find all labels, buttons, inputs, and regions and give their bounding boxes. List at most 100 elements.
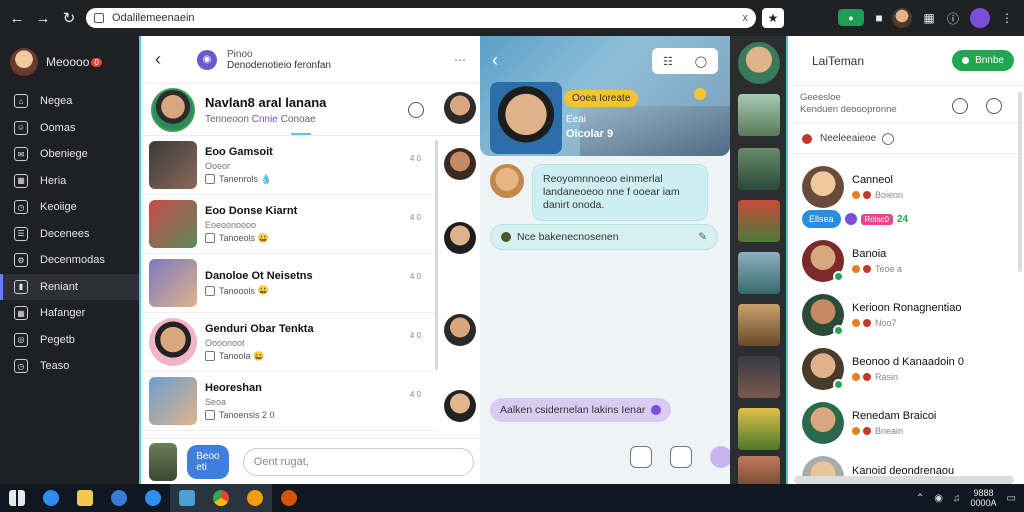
taskbar-chrome[interactable] (204, 484, 238, 512)
taskbar-app[interactable] (170, 484, 204, 512)
sidebar-item-9[interactable]: ◎ Pegetb (0, 327, 139, 354)
photo-thumbnail[interactable] (738, 304, 780, 346)
gear-icon[interactable] (408, 102, 424, 118)
avatar[interactable] (444, 390, 476, 422)
sidebar-item-1[interactable]: ☺ Oomas (0, 115, 139, 142)
chat-header: ‹ Ooea Ioreate Eeai Oicolar 9 ☷ ◯ (480, 36, 730, 156)
clear-icon[interactable]: x (743, 12, 749, 24)
info-icon[interactable]: ⓘ (944, 9, 962, 27)
taskbar-app[interactable] (272, 484, 306, 512)
avatar[interactable] (444, 222, 476, 254)
list-item-body: Eoo Donse Kiarnt Eoeoonoooo Tanoeols 😀 (205, 205, 297, 244)
scrollbar[interactable] (1018, 92, 1022, 272)
grid-icon[interactable]: ▦ (920, 9, 938, 27)
photo-thumbnail[interactable] (738, 252, 780, 294)
account-avatar[interactable] (970, 8, 990, 28)
sidebar-item-7[interactable]: ▮ Reniant (0, 273, 139, 300)
horizontal-scrollbar[interactable] (794, 476, 1014, 484)
back-icon[interactable]: ‹ (492, 50, 498, 71)
tag-bar[interactable]: Nce bakenecnosenen ✎ (490, 224, 718, 250)
sidebar-item-label: Pegetb (40, 333, 75, 346)
message-input[interactable]: Oent rugat, (242, 447, 474, 476)
settings-icon[interactable] (986, 98, 1002, 114)
profile-avatar[interactable] (892, 8, 912, 28)
start-button[interactable] (0, 484, 34, 512)
avatar[interactable] (444, 148, 476, 180)
cast-icon[interactable]: ■ (870, 9, 888, 27)
sidebar-item-8[interactable]: ▦ Hafanger (0, 300, 139, 327)
list-item[interactable]: Eoo Donse Kiarnt Eoeoonoooo Tanoeols 😀 4 0 (141, 195, 437, 254)
list-item[interactable]: Genduri Obar Tenkta Oooonoot Tanoola 😀 4 0 (141, 313, 437, 372)
chat-panel: ‹ Ooea Ioreate Eeai Oicolar 9 ☷ ◯ Reoyom… (480, 36, 732, 484)
search-icon[interactable]: ◯ (695, 55, 707, 68)
back-icon[interactable]: ‹ (155, 49, 161, 70)
sidebar-item-3[interactable]: ▦ Heria (0, 168, 139, 195)
contact-item[interactable]: Kerioon Ronagnentiao Noo7 (788, 288, 1018, 342)
status-dot-icon (863, 319, 871, 327)
clock[interactable]: 9888 0000A (971, 488, 997, 508)
bookmark-star-icon[interactable]: ★ (762, 8, 784, 28)
notifications-icon[interactable]: ▭ (1007, 493, 1016, 504)
sidebar-item-2[interactable]: ✉ Obeniege (0, 141, 139, 168)
contact-group-header[interactable]: Neeleeaieoe (788, 124, 1024, 154)
photo-thumbnail[interactable] (738, 200, 780, 242)
image-icon[interactable] (630, 446, 652, 468)
menu-icon[interactable]: ⋮ (998, 9, 1016, 27)
list-item[interactable]: Danoloe Ot Neisetns Tanoools 😀 4 0 (141, 254, 437, 313)
info-icon[interactable] (952, 98, 968, 114)
contact-item[interactable]: Beonoo d Kanaadoin 0 Rasin (788, 342, 1018, 396)
edit-icon[interactable]: ✎ (698, 231, 707, 243)
avatar (149, 377, 197, 425)
app-sidebar: Meoooo 0 ⌂ Negea ☺ Oomas ✉ Obeniege ▦ Heria ◷ Keo… (0, 36, 139, 484)
list-item-subtitle: Eoeoonoooo (205, 219, 257, 230)
contact-photo[interactable] (490, 82, 562, 154)
contact-body: Beonoo d Kanaadoin 0 Rasin (852, 356, 964, 382)
group-icon (802, 133, 812, 144)
send-icon[interactable] (710, 446, 732, 468)
taskbar-app[interactable] (102, 484, 136, 512)
chevron-up-icon[interactable]: ⌃ (916, 493, 924, 504)
taskbar-app[interactable] (238, 484, 272, 512)
back-icon[interactable]: ← (6, 7, 28, 29)
taskbar-edge[interactable] (34, 484, 68, 512)
extension-button[interactable]: ● (838, 9, 864, 26)
sidebar-item-5[interactable]: ☰ Decenees (0, 221, 139, 248)
avatar (490, 164, 524, 198)
volume-icon[interactable]: ♫ (953, 493, 961, 504)
contact-item[interactable]: Canneol Boienn (788, 160, 1018, 214)
photo-thumbnail[interactable] (738, 94, 780, 136)
avatar[interactable] (444, 92, 476, 124)
photo-thumbnail[interactable] (738, 148, 780, 190)
sidebar-item-6[interactable]: ⚙ Decenmodas (0, 247, 139, 274)
conversation-header[interactable]: Navlan8 aral lanana Tenneoon Cnnie Conoa… (141, 84, 480, 136)
reload-icon[interactable]: ↻ (58, 7, 80, 29)
user-profile[interactable]: Meoooo 0 (0, 36, 139, 88)
online-toggle-button[interactable]: Bnnbe (952, 50, 1014, 71)
sidebar-item-4[interactable]: ◷ Keoiige (0, 194, 139, 221)
photo-thumbnail[interactable] (738, 356, 780, 398)
sidebar-item-10[interactable]: ◷ Teaso (0, 353, 139, 380)
status-dot-icon (863, 265, 871, 273)
reply-button[interactable]: Beoo eti (187, 444, 229, 479)
photo-thumbnail[interactable] (738, 408, 780, 450)
settings-icon: ◎ (14, 332, 28, 347)
sidebar-menu: ⌂ Negea ☺ Oomas ✉ Obeniege ▦ Heria ◷ Keoiige ☰ Dece… (0, 88, 139, 380)
wifi-icon[interactable]: ◉ (934, 493, 943, 504)
taskbar-explorer[interactable] (68, 484, 102, 512)
attach-icon[interactable]: ☷ (663, 55, 673, 68)
smiley-icon[interactable] (670, 446, 692, 468)
forward-icon[interactable]: → (32, 7, 54, 29)
sidebar-item-0[interactable]: ⌂ Negea (0, 88, 139, 115)
tag-badge[interactable]: Ellsea (802, 210, 841, 228)
list-item[interactable]: Eoo Gamsoit Ooeor Tanenrols 💧 4 0 (141, 136, 437, 195)
contact-item[interactable]: Renedam Braicoi Bneain (788, 396, 1018, 450)
address-bar[interactable]: Odalilemeenaein x (86, 8, 756, 28)
photo-thumbnail[interactable] (738, 42, 780, 84)
contact-item[interactable]: Banoia Teoe a (788, 234, 1018, 288)
taskbar-app[interactable] (136, 484, 170, 512)
scrollbar[interactable] (435, 140, 438, 370)
more-icon[interactable]: ⋯ (454, 53, 466, 67)
add-icon[interactable] (882, 132, 895, 145)
avatar[interactable] (444, 314, 476, 346)
list-item[interactable]: Heoreshan Seoa Tanoensis 2 0 4 0 (141, 372, 437, 431)
